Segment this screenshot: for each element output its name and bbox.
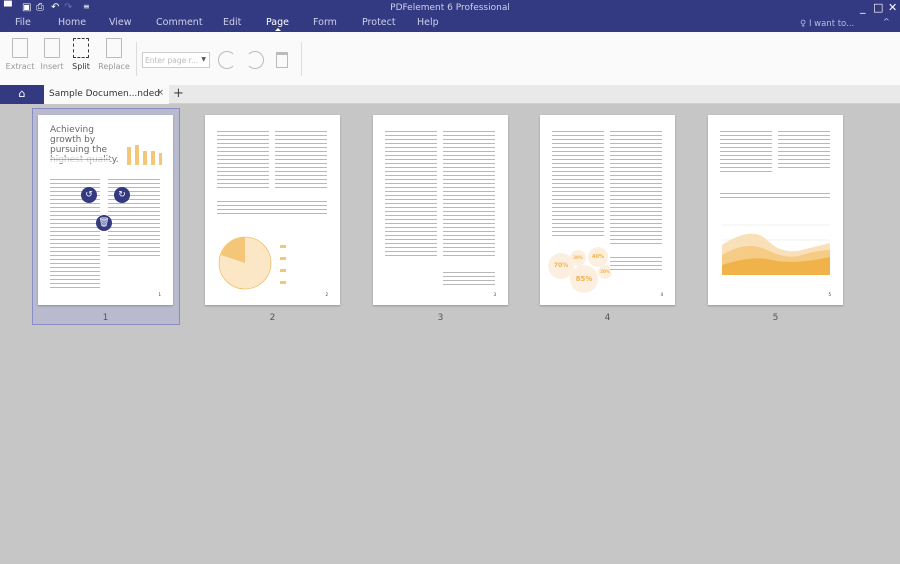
page-range-dropdown[interactable]: Enter page r... ▼	[142, 52, 210, 68]
delete-page-icon[interactable]	[276, 52, 288, 68]
page-number-label: 5	[772, 313, 779, 323]
toolbar-divider	[301, 42, 302, 76]
menu-comment[interactable]: Comment	[156, 17, 203, 28]
body-text-column	[385, 129, 437, 259]
area-chart-graphic	[722, 224, 830, 275]
add-tab-button[interactable]: +	[173, 86, 184, 101]
page-range-placeholder: Enter page r...	[145, 56, 199, 65]
menu-edit[interactable]: Edit	[223, 17, 241, 28]
menu-bar: File Home View Comment Edit Page Form Pr…	[0, 16, 900, 32]
page-footer-number: 4	[660, 292, 663, 297]
replace-icon	[106, 38, 122, 58]
body-text	[720, 191, 830, 201]
body-text-column	[552, 129, 604, 239]
body-text-column	[720, 129, 772, 174]
rotate-right-icon[interactable]: ↻	[114, 187, 130, 203]
home-icon: ⌂	[18, 87, 26, 100]
menu-page[interactable]: Page	[266, 17, 289, 31]
replace-button[interactable]: Replace	[98, 38, 130, 71]
replace-label: Replace	[98, 62, 130, 71]
title-bar: ▀ ▣ ⎙ ↶ ↷ ≡ PDFelement 6 Professional _ …	[0, 0, 900, 16]
split-label: Split	[72, 62, 90, 71]
page-toolbar: Extract Insert Split Replace Enter page …	[0, 32, 900, 85]
document-tab-bar: ⌂ Sample Documen...nded × +	[0, 85, 900, 104]
page-number-label: 1	[102, 313, 109, 323]
insert-icon	[44, 38, 60, 58]
page-thumbnail-2[interactable]: 2	[205, 115, 340, 305]
stat-bubble: 30%	[570, 250, 586, 266]
stat-bubble: 85%	[570, 265, 598, 293]
insert-button[interactable]: Insert	[36, 38, 68, 71]
menu-help[interactable]: Help	[417, 17, 439, 28]
pie-chart-graphic	[218, 236, 286, 290]
collapse-ribbon-icon[interactable]: ^	[883, 17, 890, 26]
body-text-column	[443, 129, 495, 259]
close-button[interactable]: ✕	[888, 1, 897, 14]
page-thumbnail-1[interactable]: Achieving growth by pursuing the highest…	[38, 115, 173, 305]
subheading-text	[50, 157, 110, 163]
insert-label: Insert	[40, 62, 64, 71]
chevron-down-icon: ▼	[201, 56, 206, 63]
body-text-column	[275, 129, 327, 189]
i-want-to-label: I want to...	[808, 19, 855, 29]
home-tab[interactable]: ⌂	[0, 85, 44, 104]
rotate-left-icon[interactable]: ↺	[81, 187, 97, 203]
toolbar-divider	[136, 42, 137, 76]
menu-home[interactable]: Home	[58, 17, 86, 28]
minimize-button[interactable]: _	[860, 1, 866, 14]
page-number-label: 3	[437, 313, 444, 323]
bar-chart-graphic	[127, 145, 162, 165]
page-number-label: 2	[269, 313, 276, 323]
page-footer-number: 5	[828, 292, 831, 297]
menu-form[interactable]: Form	[313, 17, 337, 28]
menu-file[interactable]: File	[15, 17, 31, 28]
page-number-label: 4	[604, 313, 611, 323]
maximize-button[interactable]: □	[873, 1, 883, 14]
stat-bubble: 40%	[588, 247, 608, 267]
rotate-right-icon[interactable]	[246, 51, 264, 69]
split-icon	[73, 38, 89, 58]
delete-icon[interactable]: 🗑	[96, 215, 112, 231]
extract-icon	[12, 38, 28, 58]
lightbulb-icon: ♀	[800, 19, 809, 29]
document-tab-title: Sample Documen...nded	[49, 89, 160, 99]
page-thumbnail-5[interactable]: 5	[708, 115, 843, 305]
window-title: PDFelement 6 Professional	[390, 3, 510, 13]
document-tab[interactable]: Sample Documen...nded ×	[44, 85, 169, 104]
close-tab-icon[interactable]: ×	[156, 88, 164, 98]
footnote-text	[443, 270, 495, 286]
extract-label: Extract	[5, 62, 35, 71]
menu-protect[interactable]: Protect	[362, 17, 396, 28]
page-footer-number: 2	[325, 292, 328, 297]
body-text-column	[610, 129, 662, 244]
body-text-column	[778, 129, 830, 169]
i-want-to-search[interactable]: ♀ I want to...	[800, 19, 854, 29]
page-thumbnail-4[interactable]: 70% 30% 40% 85% 20% 4	[540, 115, 675, 305]
body-text-column	[217, 129, 269, 189]
split-button[interactable]: Split	[65, 38, 97, 71]
extract-button[interactable]: Extract	[4, 38, 36, 71]
menu-view[interactable]: View	[109, 17, 132, 28]
page-footer-number: 3	[493, 292, 496, 297]
footnote-text	[610, 255, 662, 273]
page-thumbnail-3[interactable]: 3	[373, 115, 508, 305]
rotate-left-icon[interactable]	[218, 51, 236, 69]
page-footer-number: 1	[158, 292, 161, 297]
body-text	[217, 199, 327, 217]
